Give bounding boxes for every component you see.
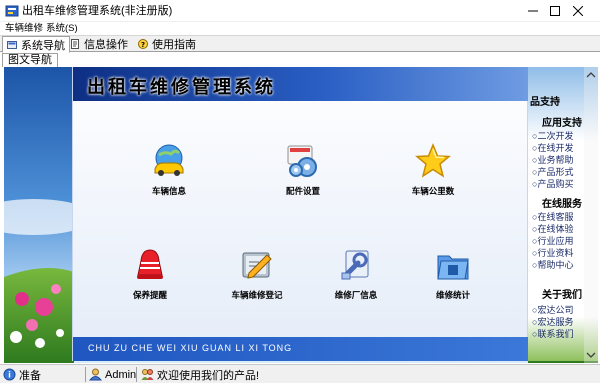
- nav-vehicle-repair-registration[interactable]: 车辆维修登记: [212, 247, 302, 311]
- welcome-text: 欢迎使用我们的产品!: [157, 369, 260, 382]
- nav-vehicle-info[interactable]: 车辆信息: [124, 143, 214, 207]
- svg-text:?: ?: [141, 41, 145, 49]
- sidebar-partial-heading: 品支持: [530, 97, 560, 108]
- app-icon: [5, 5, 19, 17]
- nav-label: 保养提醒: [132, 290, 167, 300]
- main-navigation-panel: 出租车维修管理系统 车辆信息 配件设置 车辆公里数 保养提醒 车辆维修登记 维修…: [72, 67, 529, 361]
- footer-pinyin: CHU ZU CHE WEI XIU GUAN LI XI TONG: [88, 343, 293, 353]
- scroll-up-icon[interactable]: [586, 71, 596, 79]
- tab-label: 系统导航: [21, 39, 65, 52]
- panel-title: 出租车维修管理系统: [87, 77, 276, 98]
- close-button[interactable]: [556, 0, 600, 22]
- gears-icon: [287, 145, 317, 177]
- nav-repair-shop-info[interactable]: 维修厂信息: [311, 247, 401, 311]
- nav-repair-statistics[interactable]: 维修统计: [408, 247, 498, 311]
- menu-vehicle-repair[interactable]: 车辆维修: [5, 22, 43, 35]
- star-icon: [415, 143, 451, 178]
- close-icon: [573, 6, 583, 16]
- status-divider: [85, 367, 86, 382]
- nav-label: 车辆公里数: [411, 186, 455, 196]
- nav-maintenance-reminder[interactable]: 保养提醒: [105, 247, 195, 311]
- sidebar-heading-online-service: 在线服务: [542, 199, 582, 210]
- vertical-scrollbar[interactable]: [584, 67, 598, 363]
- user-icon: [89, 368, 102, 381]
- menu-bar: 车辆维修 系统(S): [0, 22, 600, 35]
- tab-label: 信息操作: [84, 39, 128, 51]
- tab-user-guide[interactable]: ? 使用指南: [134, 36, 200, 52]
- status-bar: 准备 Admin 欢迎使用我们的产品!: [0, 364, 600, 383]
- sidebar-item-product-purchase[interactable]: ○产品购买: [532, 177, 573, 190]
- status-user: Admin: [89, 367, 136, 382]
- nav-label: 车辆信息: [151, 186, 186, 196]
- edit-document-icon: [242, 252, 272, 279]
- info-icon: [3, 368, 16, 381]
- wrench-icon: [341, 250, 369, 280]
- scroll-down-icon[interactable]: [586, 351, 596, 359]
- tab-info-operation[interactable]: 信息操作: [66, 36, 132, 52]
- document-icon: [71, 39, 79, 49]
- nav-label: 维修厂信息: [334, 290, 378, 300]
- status-welcome: 欢迎使用我们的产品!: [141, 367, 259, 382]
- folder-icon: [437, 255, 469, 280]
- tab-bar: 系统导航 信息操作 ? 使用指南: [0, 35, 600, 53]
- sidebar-item-contact-us[interactable]: ○联系我们: [532, 327, 573, 340]
- alarm-bell-icon: [137, 249, 163, 279]
- sidebar-heading-about-us: 关于我们: [542, 290, 582, 301]
- nav-parts-settings[interactable]: 配件设置: [258, 143, 348, 207]
- nav-vehicle-mileage[interactable]: 车辆公里数: [388, 143, 478, 207]
- navigation-icon: [7, 40, 17, 49]
- window-title: 出租车维修管理系统(非注册版): [22, 5, 173, 17]
- nav-label: 配件设置: [285, 186, 320, 196]
- nav-label: 维修统计: [435, 290, 470, 300]
- people-icon: [141, 369, 154, 380]
- tab-graphic-navigation[interactable]: 图文导航: [2, 53, 58, 67]
- car-globe-icon: [154, 144, 184, 176]
- sidebar-heading-app-support: 应用支持: [542, 118, 582, 129]
- user-name: Admin: [105, 368, 137, 381]
- title-bar: 出租车维修管理系统(非注册版): [0, 0, 600, 22]
- nav-label: 车辆维修登记: [231, 290, 283, 300]
- sidebar-item-help-center[interactable]: ○帮助中心: [532, 258, 573, 271]
- help-icon: ?: [138, 39, 148, 49]
- tab-label: 使用指南: [152, 39, 196, 51]
- status-divider: [136, 367, 137, 382]
- menu-system[interactable]: 系统(S): [46, 22, 78, 35]
- status-ready: 准备: [3, 367, 41, 382]
- tab-system-navigation[interactable]: 系统导航: [2, 36, 70, 53]
- panel-header: 出租车维修管理系统: [73, 67, 529, 101]
- panel-footer: CHU ZU CHE WEI XIU GUAN LI XI TONG: [73, 337, 529, 361]
- status-text: 准备: [19, 369, 41, 382]
